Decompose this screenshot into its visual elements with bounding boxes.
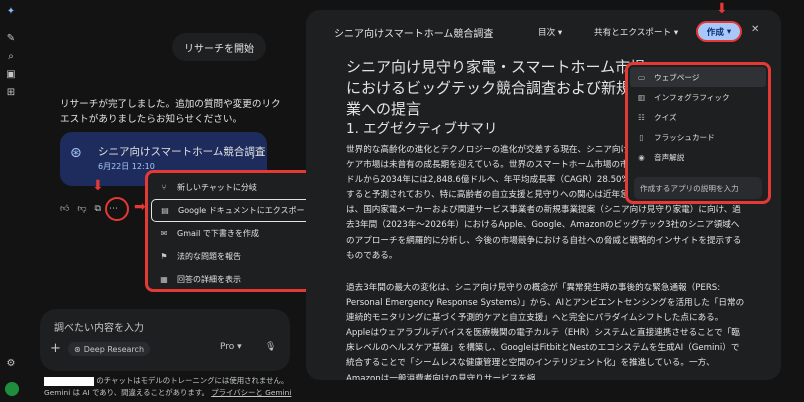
create-item-flashcard[interactable]: ▯ フラッシュカード <box>630 127 766 147</box>
create-item-quiz[interactable]: ☷ クイズ <box>630 107 766 127</box>
start-research-button[interactable]: リサーチを開始 <box>172 33 266 61</box>
flashcard-icon: ▯ <box>639 132 644 142</box>
create-button[interactable]: 作成 ▾ <box>698 23 740 40</box>
research-icon: ⊛ <box>70 145 82 161</box>
create-item-infographic[interactable]: ▥ インフォグラフィック <box>630 87 766 107</box>
copy-icon[interactable]: ⧉ <box>95 204 101 216</box>
avatar[interactable] <box>5 382 19 396</box>
arrow-right-icon: ➡ <box>134 199 146 215</box>
toc-button[interactable]: 目次 ▾ <box>538 26 562 38</box>
microphone-icon[interactable]: 🎙︎ <box>265 342 276 352</box>
edit-icon[interactable]: ✎ <box>5 33 17 45</box>
section-heading: 1. エグゼクティブサマリ <box>346 121 498 137</box>
research-card-title: シニア向けスマートホーム競合調査 <box>98 146 266 158</box>
apps-icon[interactable]: ⊞ <box>5 87 17 99</box>
document-title: シニア向け見守り家電・スマートホーム市場におけるビッグテック競合調査および新規事… <box>346 58 647 118</box>
completion-message: リサーチが完了しました。追加の質問や変更のリクエストがありましたらお知らせくださ… <box>60 99 281 125</box>
docs-icon: ▤ <box>161 206 169 215</box>
chevron-right-icon: › <box>251 152 255 163</box>
search-icon[interactable]: ⌕ <box>5 51 17 63</box>
menu-item-show-details[interactable]: ▦ 回答の詳細を表示 <box>151 268 327 291</box>
panel-title: シニア向けスマートホーム競合調査 <box>334 29 494 40</box>
details-icon: ▦ <box>160 275 168 284</box>
prompt-box[interactable]: 調べたい内容を入力 + ⊛ Deep Research Pro ▾ 🎙︎ <box>40 309 290 371</box>
more-options-highlight <box>105 197 129 221</box>
audio-icon: ◉ <box>638 152 645 162</box>
create-app-input[interactable]: 作成するアプリの説明を入力 <box>634 177 762 199</box>
more-options-menu: ⑂ 新しいチャットに分岐 ▤ Google ドキュメントにエクスポート ✉ Gmail… <box>145 170 333 292</box>
branch-icon: ⑂ <box>161 183 167 192</box>
thumbs-up-icon[interactable]: 👍︎ <box>60 204 69 216</box>
gmail-icon: ✉ <box>160 229 168 238</box>
model-selector[interactable]: Pro ▾ <box>220 342 242 352</box>
redacted-block <box>44 376 94 386</box>
privacy-link[interactable]: プライバシーと Gemini <box>211 388 291 397</box>
close-icon[interactable]: ✕ <box>751 24 759 35</box>
prompt-input[interactable]: 調べたい内容を入力 <box>54 319 144 334</box>
infographic-icon: ▥ <box>637 92 646 102</box>
paragraph-2: 過去3年間の最大の変化は、シニア向け見守りの概念が「異常発生時の事後的な緊急通報… <box>346 283 745 380</box>
add-icon[interactable]: + <box>50 341 61 356</box>
footer-disclaimer: のチャットはモデルのトレーニングには使用されません。 Gemini は AI で… <box>44 376 292 397</box>
menu-item-branch[interactable]: ⑂ 新しいチャットに分岐 <box>151 176 327 199</box>
menu-item-report-legal[interactable]: ⚑ 法的な問題を報告 <box>151 245 327 268</box>
research-card-date: 6月22日 12:10 <box>98 162 155 171</box>
deep-research-icon: ⊛ <box>74 344 81 354</box>
arrow-down-icon: ⬇ <box>716 1 728 17</box>
thumbs-down-icon[interactable]: 👎︎ <box>77 204 86 216</box>
nav-rail: ✦ ✎ ⌕ ▣ ⊞ ⚙ <box>0 0 22 402</box>
webpage-icon: ▭ <box>637 72 646 82</box>
arrow-down-icon: ⬇ <box>92 178 104 194</box>
quiz-icon: ☷ <box>638 112 645 122</box>
gemini-sparkle-icon[interactable]: ✦ <box>5 6 17 18</box>
create-menu: ▭ ウェブページ ▥ インフォグラフィック ☷ クイズ ▯ フラッシュカード ◉ 音声解説… <box>625 62 771 204</box>
deep-research-chip[interactable]: ⊛ Deep Research <box>68 342 151 356</box>
share-export-button[interactable]: 共有とエクスポート ▾ <box>594 26 678 38</box>
create-item-webpage[interactable]: ▭ ウェブページ <box>630 67 766 87</box>
settings-icon[interactable]: ⚙ <box>5 358 17 370</box>
gallery-icon[interactable]: ▣ <box>5 69 17 81</box>
flag-icon: ⚑ <box>160 252 168 261</box>
menu-item-gmail-draft[interactable]: ✉ Gmail で下書きを作成 <box>151 222 327 245</box>
create-item-audio[interactable]: ◉ 音声解説 <box>630 147 766 167</box>
menu-item-export-docs[interactable]: ▤ Google ドキュメントにエクスポート <box>151 199 327 222</box>
